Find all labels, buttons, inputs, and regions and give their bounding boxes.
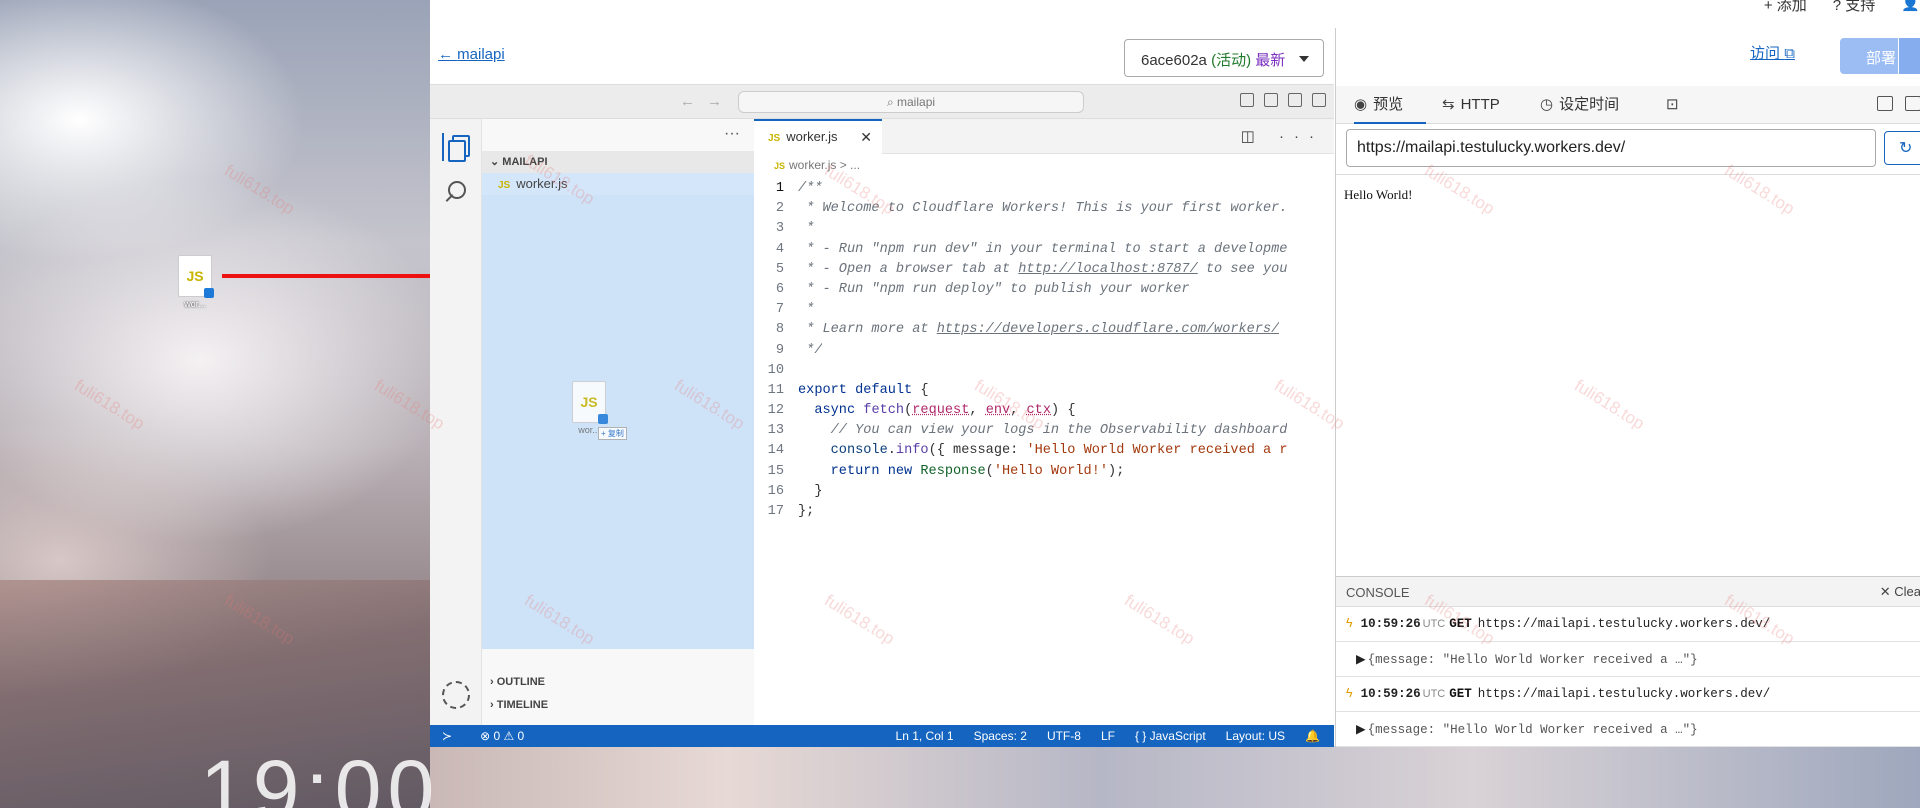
- version-select[interactable]: 6ace602a (活动) 最新: [1124, 39, 1324, 77]
- preview-body: Hello World!: [1336, 174, 1920, 576]
- status-bar: ≻ ⊗ 0 ⚠ 0 Ln 1, Col 1 Spaces: 2 UTF-8 LF…: [430, 725, 1334, 747]
- encoding[interactable]: UTF-8: [1047, 725, 1081, 747]
- add-link[interactable]: + 添加: [1764, 0, 1807, 15]
- chevron-down-icon: [1299, 56, 1309, 62]
- explorer-section-mailapi[interactable]: ⌄ MAILAPI: [482, 151, 754, 173]
- code-editor: ←→ ⌕ mailapi ··· ⌄ MAILAPI JS worker.js J…: [430, 84, 1334, 747]
- expand-icon[interactable]: ▶: [1356, 723, 1366, 737]
- layout-customize-icon[interactable]: [1240, 93, 1254, 107]
- explorer-icon[interactable]: [442, 133, 470, 162]
- split-view-icon[interactable]: [1877, 96, 1893, 111]
- drag-ghost-file: JS wor... + 复制: [554, 381, 627, 440]
- breadcrumb[interactable]: JS worker.js > ...: [754, 155, 1334, 175]
- code-area[interactable]: 1/** 2 * Welcome to Cloudflare Workers! …: [754, 181, 1324, 701]
- visit-link[interactable]: 访问 ⧉: [1750, 42, 1795, 63]
- command-bar: ←→ ⌕ mailapi: [430, 85, 1334, 119]
- bell-icon[interactable]: 🔔: [1305, 725, 1320, 747]
- toggle-panel-icon[interactable]: [1288, 93, 1302, 107]
- copy-indicator: + 复制: [598, 427, 627, 440]
- back-link[interactable]: ← mailapi: [438, 46, 505, 63]
- top-bar: + 添加 ? 支持 👤: [430, 0, 1920, 15]
- tab-schedule[interactable]: ◷ 设定时间: [1540, 86, 1619, 124]
- preview-panel: 访问 ⧉ 部署 ◉ 预览 ⇆ HTTP ◷ 设定时间 ⊡ https://mailap…: [1335, 28, 1920, 747]
- nav-arrows[interactable]: ←→: [680, 93, 734, 110]
- cloudflare-worker-editor-window: + 添加 ? 支持 👤 ← mailapi 6ace602a (活动) 最新 ←…: [430, 0, 1920, 747]
- toggle-secondary-sidebar-icon[interactable]: [1312, 93, 1326, 107]
- wallpaper-artwork: [430, 746, 1920, 808]
- console-panel: CONSOLE ✕ Clea ϟ 10:59:26 UTC GET https://ma…: [1336, 576, 1920, 747]
- activity-bar: [430, 119, 482, 725]
- preview-url-input[interactable]: https://mailapi.testulucky.workers.dev/: [1346, 129, 1876, 167]
- toggle-sidebar-icon[interactable]: [1264, 93, 1278, 107]
- arrow-left-icon: ←: [438, 46, 458, 63]
- more-actions-icon[interactable]: ···: [724, 125, 740, 143]
- user-icon[interactable]: 👤: [1901, 0, 1920, 15]
- clear-console-button[interactable]: ✕ Clea: [1880, 584, 1920, 600]
- support-link[interactable]: ? 支持: [1833, 0, 1876, 15]
- swap-icon: ⇆: [1442, 96, 1455, 113]
- console-log-row[interactable]: ▶ {message: "Hello World Worker received …: [1336, 642, 1920, 677]
- explorer-sidebar: ··· ⌄ MAILAPI JS worker.js JS wor... + 复制…: [482, 119, 754, 725]
- keyboard-layout[interactable]: Layout: US: [1226, 725, 1285, 747]
- remote-icon[interactable]: ≻: [442, 725, 452, 747]
- js-file-icon: JS: [498, 180, 511, 191]
- clock-icon: ◷: [1540, 96, 1554, 113]
- eol[interactable]: LF: [1101, 725, 1115, 747]
- eye-icon: ◉: [1354, 96, 1368, 113]
- preview-tabs: ◉ 预览 ⇆ HTTP ◷ 设定时间 ⊡: [1336, 86, 1920, 124]
- js-file-icon: JS: [178, 255, 214, 298]
- editor-tabs: JS worker.js ✕ ◫ ···: [754, 119, 1334, 154]
- problems-indicator[interactable]: ⊗ 0 ⚠ 0: [480, 725, 524, 747]
- language-mode[interactable]: { } JavaScript: [1135, 725, 1206, 747]
- indent-setting[interactable]: Spaces: 2: [974, 725, 1027, 747]
- cursor-position[interactable]: Ln 1, Col 1: [896, 725, 954, 747]
- js-file-icon: JS: [768, 133, 781, 144]
- tab-terminal[interactable]: ⊡: [1666, 86, 1685, 124]
- console-header: CONSOLE ✕ Clea: [1336, 577, 1920, 607]
- external-link-icon: ⧉: [1784, 45, 1795, 62]
- refresh-icon: ↻: [1899, 140, 1913, 157]
- console-request-row[interactable]: ϟ 10:59:26 UTC GET https://mailapi.testuluck…: [1336, 607, 1920, 642]
- desktop-clock: 19:00: [200, 743, 441, 808]
- tab-http[interactable]: ⇆ HTTP: [1442, 86, 1500, 124]
- desktop-file-label: wor...: [184, 299, 206, 309]
- refresh-button[interactable]: ↻: [1884, 131, 1920, 165]
- tab-actions[interactable]: ◫ ···: [1241, 127, 1324, 145]
- console-request-row[interactable]: ϟ 10:59:26 UTC GET https://mailapi.testuluck…: [1336, 677, 1920, 712]
- lightning-icon: ϟ: [1346, 616, 1353, 630]
- preview-text: Hello World!: [1344, 187, 1413, 202]
- deploy-button[interactable]: 部署: [1840, 38, 1920, 74]
- version-latest-badge: 最新: [1255, 52, 1286, 69]
- tab-worker-js[interactable]: JS worker.js ✕: [754, 119, 882, 154]
- gear-icon[interactable]: [442, 681, 470, 709]
- search-icon[interactable]: [442, 179, 470, 207]
- chat-icon[interactable]: [1905, 96, 1920, 111]
- outline-section[interactable]: › OUTLINE: [482, 671, 754, 694]
- tab-preview[interactable]: ◉ 预览: [1354, 86, 1426, 124]
- console-log-row[interactable]: ▶ {message: "Hello World Worker received …: [1336, 712, 1920, 747]
- js-file-icon: JS: [572, 381, 608, 424]
- lightning-icon: ϟ: [1346, 686, 1353, 700]
- timeline-section[interactable]: › TIMELINE: [482, 694, 754, 717]
- drop-zone-highlight: JS wor... + 复制: [482, 195, 754, 649]
- command-search[interactable]: ⌕ mailapi: [738, 91, 1084, 113]
- explorer-file-worker-js[interactable]: JS worker.js: [482, 173, 754, 195]
- version-status: (活动): [1211, 52, 1252, 69]
- expand-icon[interactable]: ▶: [1356, 653, 1366, 667]
- terminal-icon: ⊡: [1666, 96, 1679, 113]
- close-icon[interactable]: ✕: [860, 129, 872, 146]
- editor-header: ← mailapi 6ace602a (活动) 最新: [430, 36, 1335, 82]
- desktop-file-worker-js[interactable]: JS wor...: [172, 255, 218, 309]
